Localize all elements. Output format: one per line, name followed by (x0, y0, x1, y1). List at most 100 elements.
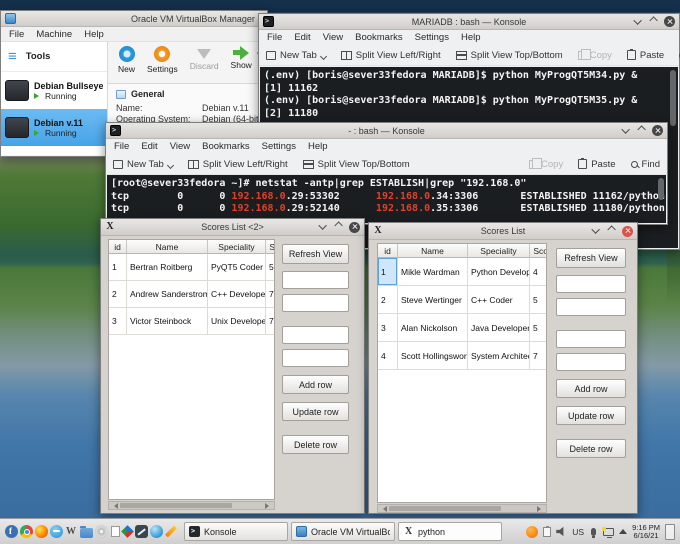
scroll-left-icon[interactable] (380, 505, 387, 512)
menu-bookmarks[interactable]: Bookmarks (196, 141, 256, 152)
menu-file[interactable]: File (261, 32, 288, 43)
table-cell[interactable]: 5 (266, 254, 274, 281)
split-view-left-right-button[interactable]: Split View Left/Right (340, 50, 441, 61)
menu-view[interactable]: View (164, 141, 196, 152)
table-cell[interactable]: Scott Hollingsworth (398, 342, 468, 370)
table-cell[interactable]: 7 (266, 308, 274, 335)
scrollbar-handle[interactable] (670, 70, 676, 126)
table-cell[interactable]: 3 (378, 314, 398, 342)
show-desktop-button[interactable] (665, 523, 675, 540)
table-cell[interactable]: 7 (530, 342, 546, 370)
table-cell[interactable]: Python Developer (468, 258, 530, 286)
minimize-button[interactable] (590, 225, 603, 238)
taskbar-task-konsole[interactable]: Konsole (184, 522, 288, 541)
split-view-top-bottom-button[interactable]: Split View Top/Bottom (302, 159, 410, 170)
delete-row-button[interactable]: Delete row (282, 435, 349, 454)
column-header-id[interactable]: id (378, 244, 398, 258)
column-header-score[interactable]: Score (266, 240, 274, 254)
editor-icon[interactable] (135, 525, 148, 538)
table-cell[interactable]: Steve Wertinger (398, 286, 468, 314)
table-cell[interactable]: 5 (530, 286, 546, 314)
menu-view[interactable]: View (317, 32, 349, 43)
table-cell[interactable]: System Architect (468, 342, 530, 370)
scrollbar-handle[interactable] (658, 178, 664, 200)
minimize-button[interactable] (317, 221, 330, 234)
table-cell[interactable]: PyQT5 Coder (208, 254, 266, 281)
maximize-button[interactable] (636, 124, 649, 137)
table-cell[interactable]: 3 (109, 308, 127, 335)
maximize-button[interactable] (648, 15, 661, 28)
table-cell[interactable]: Alan Nickolson (398, 314, 468, 342)
delete-row-button[interactable]: Delete row (556, 439, 626, 458)
scrollbar-handle[interactable] (120, 503, 232, 508)
scroll-right-icon[interactable] (265, 502, 272, 509)
column-header-name[interactable]: Name (398, 244, 468, 258)
app-launcher-icon[interactable] (5, 525, 18, 538)
scroll-left-icon[interactable] (111, 502, 118, 509)
terminal-scrollbar[interactable] (670, 70, 676, 245)
split-view-top-bottom-button[interactable]: Split View Top/Bottom (455, 50, 563, 61)
messenger-icon[interactable] (50, 525, 63, 538)
column-header-score[interactable]: Score (530, 244, 546, 258)
maximize-button[interactable] (606, 225, 619, 238)
table-cell[interactable]: 7 (266, 281, 274, 308)
speciality-input[interactable] (556, 330, 626, 348)
add-row-button[interactable]: Add row (556, 379, 626, 398)
copy-button[interactable]: Copy (577, 48, 612, 61)
update-row-button[interactable]: Update row (556, 406, 626, 425)
menu-edit[interactable]: Edit (135, 141, 163, 152)
new-tab-button[interactable]: New Tab (266, 50, 327, 61)
firefox-icon[interactable] (35, 525, 48, 538)
score-input[interactable] (282, 349, 349, 367)
new-vm-button[interactable]: New (118, 46, 135, 74)
browser-sphere-icon[interactable] (150, 525, 163, 538)
clipboard-icon[interactable] (543, 525, 552, 537)
virtualbox-titlebar[interactable]: Oracle VM VirtualBox Manager (1, 11, 267, 27)
menu-settings[interactable]: Settings (256, 141, 302, 152)
menu-help[interactable]: Help (455, 32, 487, 43)
minimize-button[interactable] (632, 15, 645, 28)
table-cell[interactable]: 2 (378, 286, 398, 314)
close-button[interactable] (622, 225, 633, 237)
konsole2-titlebar[interactable]: - : bash — Konsole (106, 123, 667, 139)
close-button[interactable] (349, 221, 360, 233)
add-row-button[interactable]: Add row (282, 375, 349, 394)
find-button[interactable]: Find (630, 159, 660, 170)
table-cell[interactable]: C++ Coder (468, 286, 530, 314)
column-header-speciality[interactable]: Speciality (208, 240, 266, 254)
table-cell[interactable]: Victor Steinbock (127, 308, 208, 335)
menu-bookmarks[interactable]: Bookmarks (349, 32, 409, 43)
taskbar-task-xapp[interactable]: python (398, 522, 502, 541)
table-cell[interactable]: Unix Developer (208, 308, 266, 335)
minimize-button[interactable] (620, 124, 633, 137)
volume-icon[interactable] (556, 526, 564, 537)
scrollbar-handle[interactable] (389, 506, 501, 511)
konsole1-titlebar[interactable]: MARIADB : bash — Konsole (259, 14, 679, 30)
paste-button[interactable]: Paste (626, 49, 664, 61)
scroll-right-icon[interactable] (537, 505, 544, 512)
refresh-view-button[interactable]: Refresh View (556, 248, 626, 268)
taskbar-task-vbox[interactable]: Oracle VM VirtualBox (291, 522, 395, 541)
maximize-button[interactable] (333, 221, 346, 234)
name-input[interactable] (282, 294, 349, 312)
split-view-left-right-button[interactable]: Split View Left/Right (187, 159, 288, 170)
close-button[interactable] (652, 125, 663, 136)
microphone-icon[interactable] (591, 527, 597, 538)
table-cell[interactable]: 2 (109, 281, 127, 308)
copy-button[interactable]: Copy (529, 157, 563, 170)
id-input[interactable] (556, 275, 626, 293)
settings-vm-button[interactable]: Settings (147, 46, 178, 74)
table-cell[interactable]: 1 (378, 258, 398, 286)
pencil-icon[interactable] (165, 525, 178, 538)
menu-file[interactable]: File (108, 141, 135, 152)
refresh-view-button[interactable]: Refresh View (282, 244, 349, 264)
horizontal-scrollbar[interactable] (377, 504, 547, 513)
update-row-button[interactable]: Update row (282, 402, 349, 421)
new-tab-button[interactable]: New Tab (113, 159, 174, 170)
keyboard-layout-indicator[interactable]: US (572, 527, 584, 537)
table-cell[interactable]: 4 (530, 258, 546, 286)
tray-expander-icon[interactable] (619, 529, 628, 534)
score-input[interactable] (556, 353, 626, 371)
file-manager-icon[interactable] (80, 526, 93, 538)
menu-help[interactable]: Help (78, 29, 110, 40)
